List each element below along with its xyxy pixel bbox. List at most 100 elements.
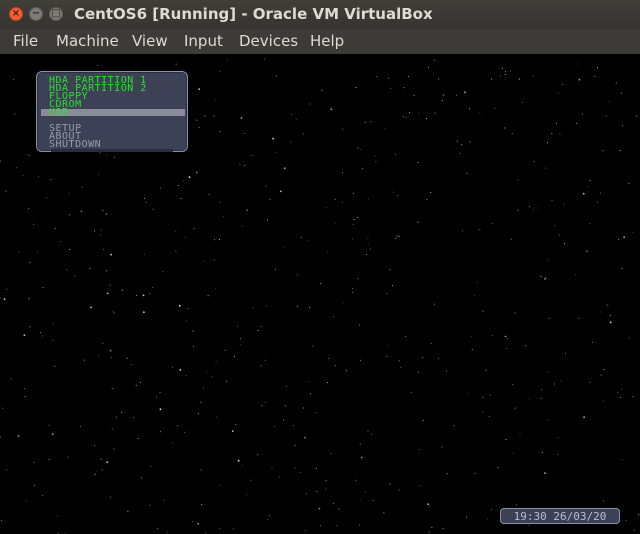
menu-devices[interactable]: Devices [239,32,298,50]
star [505,71,507,73]
star [54,365,56,367]
star [419,449,421,451]
star [283,167,286,170]
star [352,238,354,240]
star [285,385,287,387]
star [333,316,335,318]
close-icon[interactable]: × [9,7,23,21]
star [345,369,348,372]
star [514,407,516,409]
star [6,469,8,471]
star [201,504,203,506]
star [205,370,207,372]
star [309,307,310,308]
star [364,121,366,123]
star [260,365,262,367]
star [167,531,168,533]
star [244,164,246,166]
star [491,509,492,511]
star [54,227,56,229]
star [219,527,221,529]
star [42,335,44,337]
star [634,529,635,531]
star [252,155,253,157]
star [334,365,336,367]
star [489,394,491,396]
star [582,192,585,195]
boot-item-shutdown[interactable]: SHUTDOWN [49,140,101,150]
star [386,356,388,357]
star [417,371,419,373]
star [609,314,611,316]
star [145,202,147,204]
star [357,278,359,280]
star [197,412,199,414]
star [80,425,81,427]
star [202,260,204,262]
star [455,94,457,96]
star [431,526,433,528]
star [111,428,113,430]
star [213,115,215,117]
star [150,466,152,467]
star [554,225,556,227]
star [142,294,145,297]
menu-machine[interactable]: Machine [56,32,119,50]
star [548,317,550,319]
vm-screen[interactable]: HDA PARTITION 1 HDA PARTITION 2 FLOPPY C… [0,54,640,534]
star [172,442,174,444]
menu-file[interactable]: File [13,32,38,50]
star [127,510,129,512]
star [359,359,361,361]
maximize-icon[interactable]: □ [49,7,63,21]
star [22,175,24,177]
star [296,305,298,307]
star [541,389,543,391]
star [359,443,361,445]
star [2,407,3,409]
star [214,99,216,101]
star [226,59,228,61]
boot-item-usb[interactable]: USB [49,108,69,118]
star [66,269,68,271]
star [482,310,484,312]
star [529,398,531,400]
star [558,234,560,236]
star [428,505,430,507]
menu-input[interactable]: Input [184,32,223,50]
star [491,335,493,337]
star [620,92,622,94]
star [544,277,547,280]
star [16,167,18,169]
star [283,419,285,421]
star [28,297,30,299]
star [136,295,137,296]
star [319,525,321,527]
menu-help[interactable]: Help [310,32,344,50]
star [265,359,266,361]
minimize-icon[interactable]: − [29,7,43,21]
star [446,370,447,372]
star [113,156,115,158]
star [318,507,321,510]
star [342,302,344,304]
star [357,147,359,149]
star [453,425,455,427]
star [97,65,99,66]
star [516,504,517,506]
star [241,225,243,227]
star [330,453,332,454]
star [367,244,369,246]
star [355,87,357,88]
star [68,249,70,250]
star [564,243,566,245]
star [622,124,624,126]
star [260,326,262,327]
menu-view[interactable]: View [132,32,168,50]
star [294,467,296,469]
star [308,381,310,382]
star [198,88,201,90]
clock-display: 19:30 26/03/20 [500,508,620,524]
star [600,192,602,194]
star [207,295,209,297]
